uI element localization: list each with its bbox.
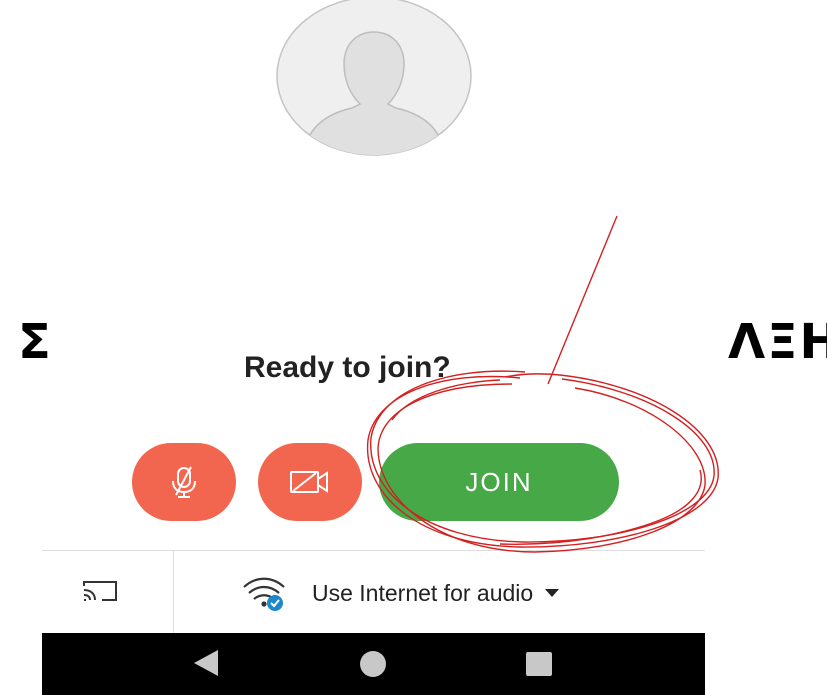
camera-off-icon: [290, 471, 328, 493]
meeting-prejoin-screen: Σ ΛΞΗ Ready to join? JOIN Use Internet f…: [0, 0, 827, 695]
audio-source-selector[interactable]: Use Internet for audio: [240, 571, 560, 615]
options-divider: [42, 550, 705, 551]
chevron-down-icon: [545, 589, 560, 597]
overlay-caption-right: ΛΞΗ: [728, 314, 827, 370]
audio-source-label: Use Internet for audio: [312, 579, 534, 606]
camera-toggle-button[interactable]: [258, 443, 362, 521]
home-icon[interactable]: [360, 651, 386, 677]
join-button[interactable]: JOIN: [379, 443, 619, 521]
person-silhouette-icon: [276, 0, 472, 156]
options-vertical-divider: [173, 551, 174, 633]
cast-button[interactable]: [80, 578, 130, 608]
overlay-caption-left: Σ: [18, 314, 51, 370]
ready-to-join-title: Ready to join?: [244, 351, 451, 384]
android-navigation-bar: [42, 633, 705, 695]
back-icon[interactable]: [194, 650, 218, 676]
wifi-check-icon: [243, 577, 285, 611]
recents-icon[interactable]: [526, 652, 552, 676]
mic-toggle-button[interactable]: [132, 443, 236, 521]
user-avatar: [276, 0, 472, 156]
cast-icon: [83, 581, 117, 601]
mic-off-icon: [172, 466, 196, 498]
